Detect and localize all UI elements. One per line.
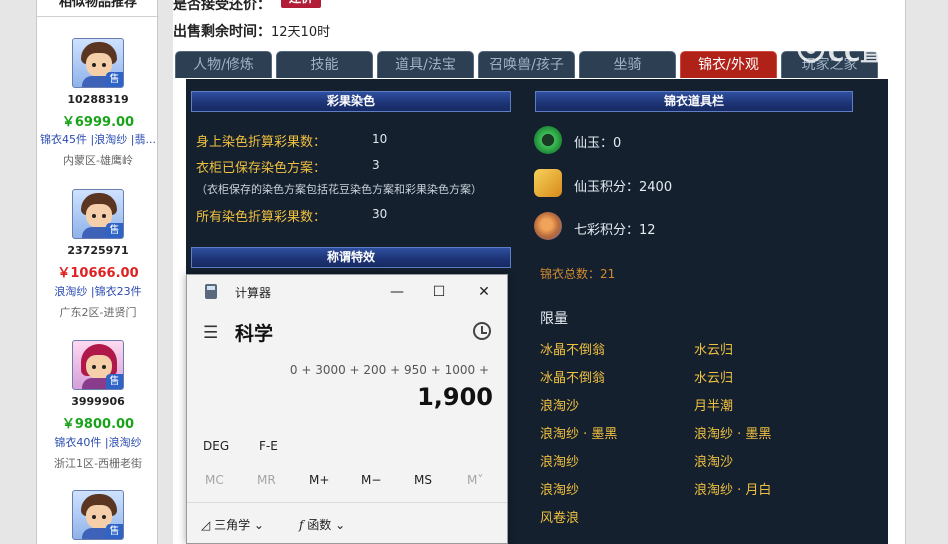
product-server: 浙江1区-西栅老街 bbox=[54, 457, 142, 470]
hamburger-menu-icon[interactable]: ☰ bbox=[203, 323, 218, 343]
qicai-points-icon bbox=[534, 212, 562, 240]
character-avatar[interactable]: 售 bbox=[72, 189, 124, 239]
calculator-mode: 科学 bbox=[235, 323, 274, 345]
calculator-app-icon bbox=[205, 284, 217, 299]
product-tags[interactable]: 锦衣40件 |浪淘纱 bbox=[37, 434, 159, 450]
tab-items[interactable]: 道具/法宝 bbox=[377, 51, 474, 78]
trig-label: 三角学 bbox=[214, 518, 251, 532]
dye-saved-value: 3 bbox=[372, 158, 380, 172]
sell-badge: 售 bbox=[106, 72, 123, 87]
product-id[interactable]: 23725971 bbox=[37, 244, 159, 257]
wardrobe-section-header: 锦衣道具栏 bbox=[535, 91, 853, 112]
product-tags[interactable]: 浪淘纱 |锦衣23件 bbox=[37, 283, 159, 299]
dye-total-label: 所有染色折算彩果数： bbox=[196, 210, 327, 225]
limited-item[interactable]: 浪淘纱 bbox=[540, 451, 579, 470]
character-avatar[interactable]: 售 bbox=[72, 340, 124, 390]
calculator-expression: 0 + 3000 + 200 + 950 + 1000 + bbox=[289, 363, 489, 377]
qicai-points-value: 七彩积分：12 bbox=[574, 223, 656, 238]
product-price: ￥9800.00 bbox=[61, 417, 135, 432]
close-button[interactable]: ✕ bbox=[472, 281, 496, 303]
product-server: 内蒙区-雄鹰岭 bbox=[63, 154, 133, 167]
tab-mounts[interactable]: 坐骑 bbox=[579, 51, 676, 78]
trig-icon: ◿ bbox=[201, 518, 211, 532]
xianyu-points-value: 仙玉积分：2400 bbox=[574, 180, 673, 195]
chevron-down-icon: ⌄ bbox=[253, 518, 264, 532]
product-server: 广东2区-进贤门 bbox=[59, 306, 137, 319]
trig-menu[interactable]: ◿ 三角学 ⌄ bbox=[201, 516, 264, 533]
memory-clear-button[interactable]: MC bbox=[205, 473, 224, 487]
product-id[interactable]: 10288319 bbox=[37, 93, 159, 106]
right-gutter bbox=[905, 0, 948, 544]
cc-live-watermark: CC直播 bbox=[796, 34, 916, 67]
calculator-titlebar[interactable]: 计算器 — ☐ ✕ bbox=[187, 275, 507, 309]
calculator-window[interactable]: 计算器 — ☐ ✕ ☰ 科学 0 + 3000 + 200 + 950 + 10… bbox=[186, 274, 508, 544]
bargain-row: 是否接受还价： 还价 bbox=[173, 0, 322, 14]
product-price: ￥6999.00 bbox=[61, 115, 135, 130]
watermark-text: CC直播 bbox=[828, 42, 905, 67]
time-remaining-label: 出售剩余时间： bbox=[173, 24, 271, 40]
function-label: 函数 bbox=[307, 518, 332, 532]
xianyu-icon bbox=[534, 126, 562, 154]
fe-button[interactable]: F-E bbox=[259, 439, 278, 453]
similar-items-sidebar: 相似物品推荐 售 10288319 ￥6999.00 锦衣45件 |浪淘纱 |翡… bbox=[0, 0, 173, 544]
calculator-title: 计算器 bbox=[235, 286, 272, 300]
limited-item[interactable]: 风卷浪 bbox=[540, 507, 579, 526]
limited-title: 限量 bbox=[540, 311, 568, 327]
memory-add-button[interactable]: M+ bbox=[309, 473, 329, 487]
title-effect-header: 称谓特效 bbox=[191, 247, 511, 268]
tab-skills[interactable]: 技能 bbox=[276, 51, 373, 78]
deg-button[interactable]: DEG bbox=[203, 439, 229, 453]
memory-recall-button[interactable]: MR bbox=[257, 473, 276, 487]
tab-pets[interactable]: 召唤兽/孩子 bbox=[478, 51, 575, 78]
wardrobe-total: 锦衣总数：21 bbox=[540, 267, 616, 281]
tab-outfits[interactable]: 锦衣/外观 bbox=[680, 51, 777, 78]
function-icon: f bbox=[299, 518, 304, 532]
limited-item[interactable]: 月半潮 bbox=[694, 395, 733, 414]
dye-total-value: 30 bbox=[372, 207, 388, 221]
product-price: ￥10666.00 bbox=[57, 266, 139, 281]
time-remaining-value: 12天10时 bbox=[271, 25, 331, 40]
similar-items-title: 相似物品推荐 bbox=[37, 0, 159, 17]
limited-item[interactable]: 冰晶不倒翁 bbox=[540, 339, 605, 358]
xianyu-value: 仙玉：0 bbox=[574, 136, 622, 151]
limited-item[interactable]: 水云归 bbox=[694, 367, 733, 386]
dye-saved-label: 衣柜已保存染色方案： bbox=[196, 161, 327, 176]
bargain-button[interactable]: 还价 bbox=[281, 0, 322, 8]
xianyu-points-icon bbox=[534, 169, 562, 197]
minimize-button[interactable]: — bbox=[385, 281, 409, 303]
limited-item[interactable]: 水云归 bbox=[694, 339, 733, 358]
memory-subtract-button[interactable]: M− bbox=[361, 473, 381, 487]
sell-badge: 售 bbox=[106, 374, 123, 389]
limited-item[interactable]: 浪淘纱 · 月白 bbox=[694, 479, 771, 498]
similar-items-panel: 相似物品推荐 售 10288319 ￥6999.00 锦衣45件 |浪淘纱 |翡… bbox=[36, 0, 159, 544]
calculator-divider bbox=[187, 502, 507, 503]
dye-body-label: 身上染色折算彩果数： bbox=[196, 135, 327, 150]
dye-note: （衣柜保存的染色方案包括花豆染色方案和彩果染色方案） bbox=[196, 183, 482, 196]
character-avatar[interactable]: 售 bbox=[72, 490, 124, 540]
dye-section-header: 彩果染色 bbox=[191, 91, 511, 112]
limited-item[interactable]: 冰晶不倒翁 bbox=[540, 367, 605, 386]
product-id[interactable]: 3999906 bbox=[37, 395, 159, 408]
limited-item[interactable]: 浪淘纱 · 墨黑 bbox=[540, 423, 617, 442]
time-remaining-row: 出售剩余时间：12天10时 bbox=[173, 21, 330, 41]
limited-item[interactable]: 浪淘沙 bbox=[540, 395, 579, 414]
chevron-down-icon: ⌄ bbox=[335, 518, 346, 532]
limited-item[interactable]: 浪淘纱 bbox=[540, 479, 579, 498]
character-avatar[interactable]: 售 bbox=[72, 38, 124, 88]
product-tags[interactable]: 锦衣45件 |浪淘纱 |翡... bbox=[37, 131, 159, 147]
sell-badge: 售 bbox=[106, 524, 123, 539]
calculator-result: 1,900 bbox=[417, 383, 493, 411]
limited-item[interactable]: 浪淘沙 bbox=[694, 451, 733, 470]
bargain-label: 是否接受还价： bbox=[173, 0, 271, 13]
limited-item[interactable]: 浪淘纱 · 墨黑 bbox=[694, 423, 771, 442]
function-menu[interactable]: f 函数 ⌄ bbox=[299, 516, 345, 533]
memory-store-button[interactable]: MS bbox=[414, 473, 432, 487]
maximize-button[interactable]: ☐ bbox=[427, 281, 451, 303]
tab-character[interactable]: 人物/修炼 bbox=[175, 51, 272, 78]
history-icon[interactable] bbox=[473, 322, 491, 340]
dye-body-value: 10 bbox=[372, 132, 388, 146]
memory-list-button[interactable]: M˅ bbox=[467, 473, 483, 487]
sell-badge: 售 bbox=[106, 223, 123, 238]
